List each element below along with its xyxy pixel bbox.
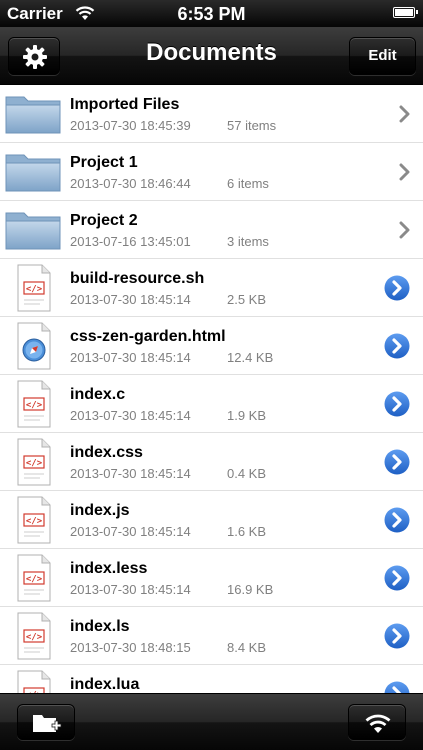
item-count: 6 items [227,176,269,191]
item-count: 57 items [227,118,277,133]
detail-disclosure-button[interactable] [382,679,412,693]
code-file-icon: </> [4,264,62,312]
item-date: 2013-07-30 18:45:39 [70,118,191,133]
item-name: index.js [70,502,130,519]
detail-disclosure-button[interactable] [382,447,412,477]
file-list: Imported Files 2013-07-30 18:45:39 57 item… [0,85,423,693]
code-file-icon: </> [4,554,62,602]
wifi-icon [365,714,391,733]
item-date: 2013-07-30 18:48:15 [70,640,191,655]
battery-icon [393,7,418,18]
item-date: 2013-07-30 18:45:14 [70,350,191,365]
file-size: 2.5 KB [227,292,267,307]
code-file-icon: </> [4,438,62,486]
file-size: 1.9 KB [227,408,267,423]
file-size: 12.4 KB [227,350,274,365]
item-date: 2013-07-30 18:45:14 [70,582,191,597]
clock: 6:53 PM [177,4,246,24]
file-size: 1.6 KB [227,524,267,539]
file-size: 8.4 KB [227,640,267,655]
file-row[interactable]: </> index.ls 2013-07-30 18:48:15 8.4 KB [0,607,423,665]
item-name: index.c [70,386,126,403]
item-name: index.ls [70,618,130,635]
svg-text:</>: </> [26,575,43,585]
detail-disclosure-button[interactable] [382,389,412,419]
new-folder-button[interactable] [17,704,75,740]
item-name: Imported Files [70,96,180,113]
svg-text:</>: </> [26,401,43,411]
item-name: index.lua [70,676,140,693]
item-count: 3 items [227,234,269,249]
detail-disclosure-button[interactable] [382,505,412,535]
file-row[interactable]: css-zen-garden.html 2013-07-30 18:45:14 12… [0,317,423,375]
file-row[interactable]: </> index.css 2013-07-30 18:45:14 0.4 KB [0,433,423,491]
file-row[interactable]: </> index.js 2013-07-30 18:45:14 1.6 KB [0,491,423,549]
item-name: Project 2 [70,212,138,229]
status-bar: Carrier 6:53 PM [0,0,423,27]
chevron-right-icon [399,221,411,239]
svg-text:</>: </> [26,633,43,643]
bottom-toolbar [0,693,423,750]
folder-row[interactable]: Project 2 2013-07-16 13:45:01 3 items [0,201,423,259]
detail-disclosure-button[interactable] [382,621,412,651]
edit-button[interactable]: Edit [349,37,416,75]
file-size: 16.9 KB [227,582,274,597]
folder-icon [4,148,62,196]
folder-icon [4,206,62,254]
chevron-right-icon [399,105,411,123]
item-name: css-zen-garden.html [70,328,226,345]
detail-disclosure-button[interactable] [382,331,412,361]
item-date: 2013-07-30 18:46:44 [70,176,191,191]
item-date: 2013-07-30 18:45:14 [70,292,191,307]
code-file-icon: </> [4,670,62,693]
svg-text:</>: </> [26,285,43,295]
item-name: Project 1 [70,154,138,171]
folder-row[interactable]: Project 1 2013-07-30 18:46:44 6 items [0,143,423,201]
item-date: 2013-07-30 18:45:14 [70,408,191,423]
item-name: index.less [70,560,148,577]
chevron-right-icon [399,163,411,181]
file-size: 0.4 KB [227,466,267,481]
html-file-icon [4,322,62,370]
file-row[interactable]: </> build-resource.sh 2013-07-30 18:45:14 2… [0,259,423,317]
item-date: 2013-07-30 18:45:14 [70,466,191,481]
svg-text:</>: </> [26,517,43,527]
file-row[interactable]: </> index.lua [0,665,423,693]
file-row[interactable]: </> index.c 2013-07-30 18:45:14 1.9 KB [0,375,423,433]
folder-icon [4,90,62,138]
item-date: 2013-07-16 13:45:01 [70,234,191,249]
folder-row[interactable]: Imported Files 2013-07-30 18:45:39 57 item… [0,85,423,143]
item-name: build-resource.sh [70,270,205,287]
detail-disclosure-button[interactable] [382,273,412,303]
file-row[interactable]: </> index.less 2013-07-30 18:45:14 16.9 KB [0,549,423,607]
navigation-bar: Documents Edit [0,27,423,85]
detail-disclosure-button[interactable] [382,563,412,593]
code-file-icon: </> [4,380,62,428]
wifi-share-button[interactable] [348,704,406,740]
code-file-icon: </> [4,612,62,660]
svg-text:</>: </> [26,459,43,469]
item-date: 2013-07-30 18:45:14 [70,524,191,539]
code-file-icon: </> [4,496,62,544]
new-folder-icon [33,715,62,732]
item-name: index.css [70,444,143,461]
